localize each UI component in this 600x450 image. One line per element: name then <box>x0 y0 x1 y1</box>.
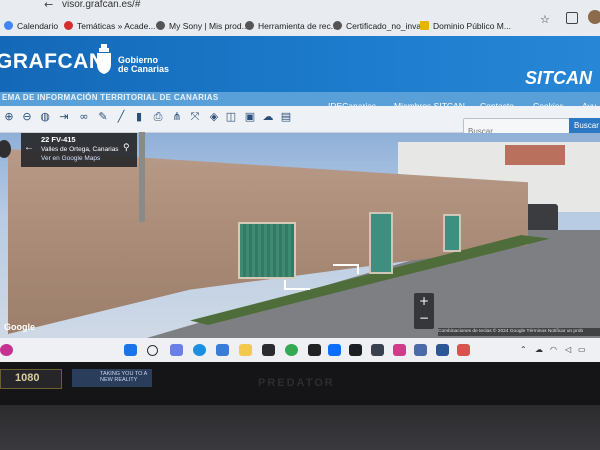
back-icon[interactable]: ← <box>24 142 34 153</box>
app-icon[interactable] <box>262 344 275 356</box>
drain-pipe <box>139 132 145 222</box>
zoom-in-button[interactable]: + <box>414 293 434 310</box>
screen: ← visor.grafcan.es/# ☆ Calendario Temáti… <box>0 0 600 362</box>
streetview-location: Valles de Ortega, Canarias <box>41 146 119 153</box>
app-icon[interactable] <box>349 344 362 356</box>
system-name: EMA DE INFORMACIÓN TERRITORIAL DE CANARI… <box>2 93 219 102</box>
map-attribution[interactable]: Combinaciones de teclas © 2024 Google Té… <box>438 328 600 336</box>
3d-icon[interactable]: ◫ <box>225 111 237 123</box>
cloud-icon[interactable]: ☁ <box>262 111 274 123</box>
app-icon[interactable] <box>328 344 341 356</box>
bookmark-herramienta[interactable]: Herramienta de rec... <box>245 16 338 36</box>
app-icon[interactable] <box>308 344 321 356</box>
chrome-icon[interactable] <box>285 344 298 356</box>
zoom-out-icon[interactable]: ⊖ <box>21 111 33 123</box>
zoom-in-icon[interactable]: ⊕ <box>3 111 15 123</box>
volume-icon[interactable]: ◁ <box>565 345 571 354</box>
google-maps-link[interactable]: Ver en Google Maps <box>41 155 100 162</box>
bookmark-dominio-publico[interactable]: Dominio Público M... <box>420 16 511 36</box>
ruler-icon[interactable]: ╱ <box>115 111 127 123</box>
url-text[interactable]: visor.grafcan.es/# <box>62 0 140 10</box>
battery-icon[interactable]: ▭ <box>578 345 586 354</box>
location-pin-icon: ⚲ <box>123 142 130 152</box>
grafcan-logo[interactable]: GRAFCAN <box>0 50 105 74</box>
document-icon[interactable]: ▤ <box>280 111 292 123</box>
resolution-sticker: 1080 <box>0 369 62 389</box>
google-logo: Google <box>4 322 35 332</box>
app-icon[interactable] <box>371 344 384 356</box>
teams-icon[interactable] <box>170 344 183 356</box>
edge-icon[interactable] <box>193 344 206 356</box>
instagram-icon[interactable] <box>393 344 406 356</box>
network-icon[interactable]: ⋔ <box>171 111 183 123</box>
green-door <box>369 212 393 274</box>
link-icon[interactable]: ∞ <box>78 111 90 123</box>
bookmark-calendario[interactable]: Calendario <box>4 16 58 36</box>
streetview-info-panel: ← 22 FV-415 Valles de Ortega, Canarias V… <box>21 133 137 167</box>
chart-icon[interactable]: ▮ <box>133 111 145 123</box>
nav-arrow-icon[interactable] <box>333 264 359 274</box>
search-button[interactable]: Buscar <box>569 118 600 134</box>
app-icon[interactable] <box>414 344 427 356</box>
app-icon[interactable] <box>0 344 13 356</box>
bookmark-tematicas[interactable]: Temáticas » Acade... <box>64 16 155 36</box>
globe-icon <box>156 21 165 30</box>
parked-car <box>524 204 558 232</box>
zoom-out-button[interactable]: − <box>414 310 434 327</box>
brand-logo: PREDATOR <box>258 377 335 389</box>
address-bar[interactable]: ← visor.grafcan.es/# <box>0 0 600 12</box>
green-door-small <box>443 214 461 252</box>
globe-icon[interactable]: ◍ <box>39 111 51 123</box>
canarias-shield-icon <box>97 44 111 74</box>
wifi-icon[interactable]: ◠ <box>550 345 557 354</box>
bookmark-certificado[interactable]: Certificado_no_inva... <box>333 16 428 36</box>
globe-icon <box>333 21 342 30</box>
promo-sticker: TAKING YOU TO A NEW REALITY <box>72 369 152 387</box>
red-building <box>505 145 565 165</box>
chevron-up-icon[interactable]: ⌃ <box>520 345 527 354</box>
search-icon[interactable] <box>147 345 158 356</box>
windows-start-icon[interactable] <box>124 344 137 356</box>
store-icon[interactable] <box>216 344 229 356</box>
print-icon[interactable]: ⎙ <box>152 111 164 123</box>
sitcan-logo[interactable]: SITCAN <box>525 68 592 89</box>
login-icon[interactable]: ⇥ <box>58 111 70 123</box>
bookmarks-bar: Calendario Temáticas » Acade... My Sony … <box>0 16 600 36</box>
pencil-icon[interactable]: ✎ <box>97 111 109 123</box>
bookmark-my-sony[interactable]: My Sony | Mis prod... <box>156 16 249 36</box>
taskbar <box>0 338 600 362</box>
streetview-title: 22 FV-415 <box>41 135 76 144</box>
bookmark-favicon-icon <box>64 21 73 30</box>
search-field[interactable] <box>463 118 572 138</box>
gobierno-canarias-logo[interactable]: Gobierno de Canarias <box>118 56 169 74</box>
folder-icon[interactable] <box>239 344 252 356</box>
layers-icon[interactable]: ◈ <box>208 111 220 123</box>
keyboard-edge <box>0 405 600 450</box>
transform-icon[interactable]: ⤧ <box>189 111 201 123</box>
screen-icon[interactable]: ▣ <box>244 111 256 123</box>
onedrive-icon[interactable]: ☁ <box>535 345 543 354</box>
back-arrow-icon[interactable]: ← <box>44 0 53 11</box>
green-window <box>238 222 296 279</box>
app-icon[interactable] <box>436 344 449 356</box>
nav-arrow-icon[interactable] <box>284 280 310 290</box>
app-icon[interactable] <box>457 344 470 356</box>
folder-icon <box>420 21 429 30</box>
globe-icon <box>245 21 254 30</box>
calendar-icon <box>4 21 13 30</box>
zoom-control[interactable]: + − <box>414 293 434 329</box>
